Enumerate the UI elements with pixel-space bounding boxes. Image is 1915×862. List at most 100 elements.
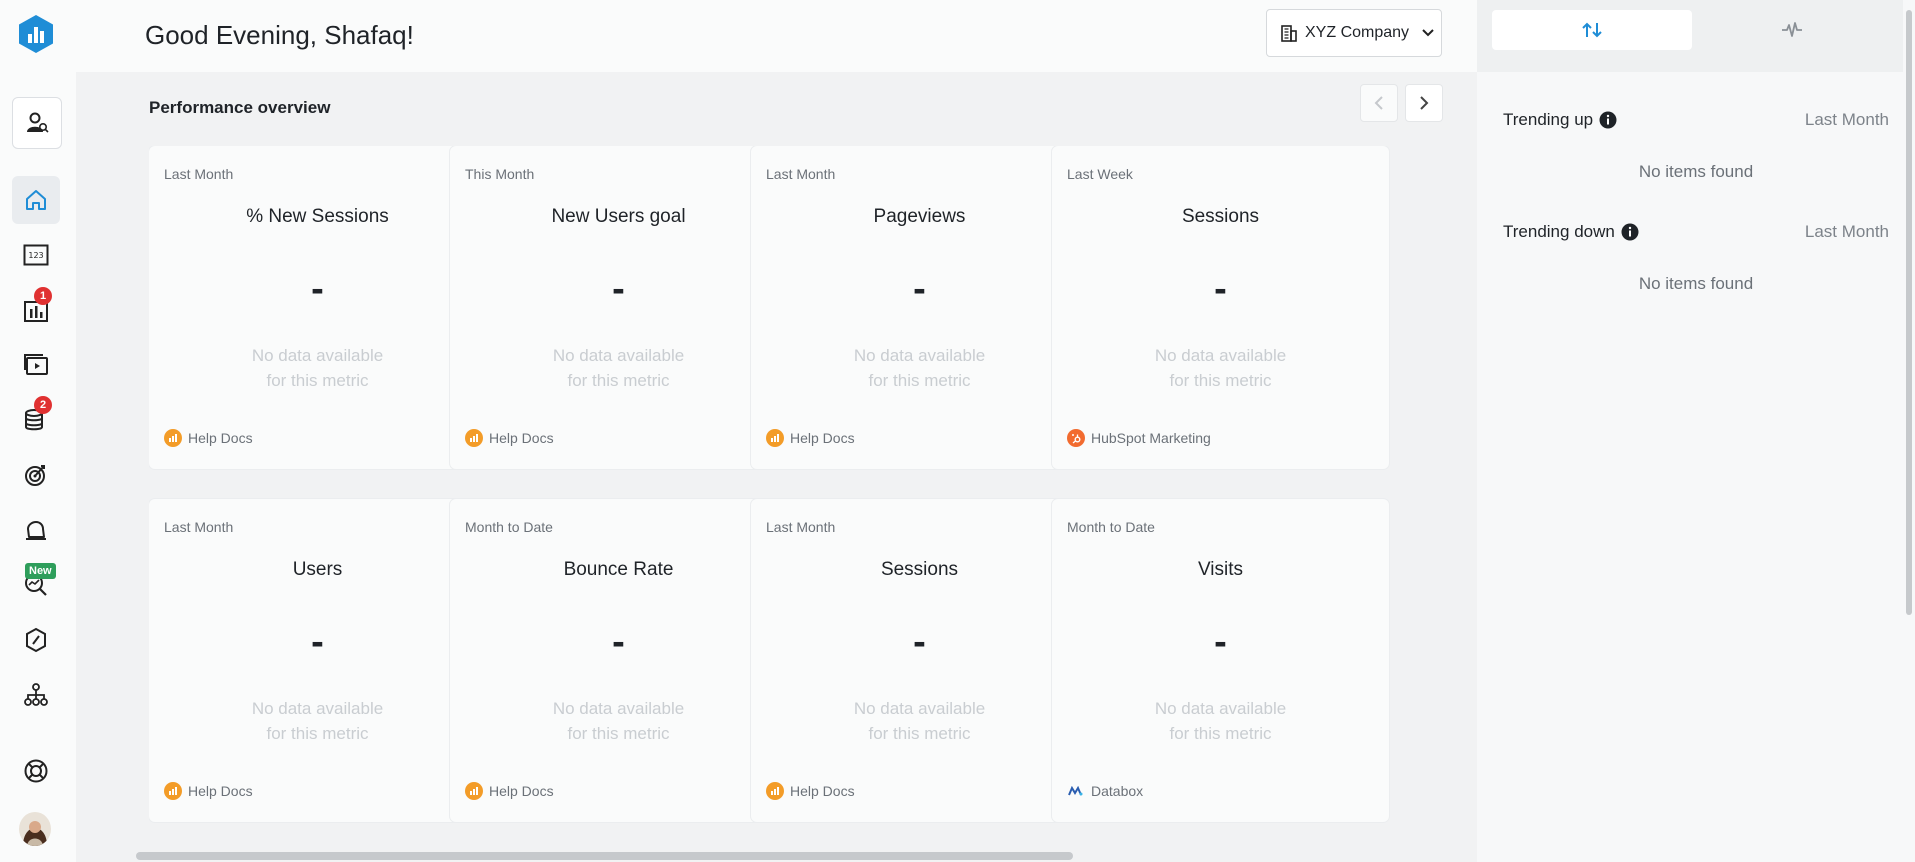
card-period: Last Month [766, 519, 836, 535]
account-switcher-button[interactable] [12, 97, 62, 149]
databox-source-icon [1067, 782, 1085, 800]
svg-text:123: 123 [28, 251, 43, 260]
analytics-source-icon [465, 782, 483, 800]
card-value: - [612, 621, 625, 663]
metric-card[interactable]: Last Month Sessions - No data available … [751, 499, 1088, 822]
databox-logo[interactable] [17, 14, 55, 54]
card-empty-message: No data available for this metric [209, 696, 426, 746]
data-manager-badge: 2 [34, 396, 52, 414]
top-header: Good Evening, Shafaq! XYZ Company [76, 0, 1477, 72]
card-title: Bounce Rate [563, 559, 674, 580]
tab-activity[interactable] [1692, 10, 1892, 50]
greeting-title: Good Evening, Shafaq! [145, 20, 414, 50]
trending-down-row: Trending down Last Month [1503, 222, 1889, 242]
trending-down-empty: No items found [1638, 274, 1754, 293]
section-title: Performance overview [149, 98, 331, 117]
target-goal-icon [25, 465, 45, 486]
info-icon[interactable] [1621, 223, 1639, 241]
card-title: Users [292, 559, 343, 580]
metrics-123-icon: 123 [23, 244, 49, 266]
company-selector[interactable]: XYZ Company [1266, 9, 1442, 57]
card-title: % New Sessions [246, 206, 389, 227]
card-source-name: Help Docs [188, 783, 253, 799]
user-avatar[interactable] [19, 812, 51, 846]
card-empty-line1: No data available [251, 699, 384, 718]
metric-card[interactable]: Last Week Sessions - No data available f… [1052, 146, 1389, 469]
card-title: Sessions [880, 559, 959, 580]
building-icon [1281, 25, 1297, 42]
metric-card[interactable]: Last Month Users - No data available for… [149, 499, 486, 822]
metric-card[interactable]: This Month New Users goal - No data avai… [450, 146, 787, 469]
nav-performance[interactable] [22, 626, 50, 654]
card-source-name: Help Docs [489, 430, 554, 446]
company-name: XYZ Company [1305, 24, 1410, 41]
trending-down-heading: Trending down [1503, 222, 1639, 242]
card-empty-line2: for this metric [567, 371, 670, 390]
nav-agency[interactable] [22, 681, 50, 709]
info-icon[interactable] [1599, 111, 1617, 129]
lifebuoy-help-icon [24, 759, 48, 783]
card-empty-line1: No data available [1154, 699, 1287, 718]
nav-metrics[interactable]: 123 [22, 241, 50, 269]
previous-page-button[interactable] [1360, 84, 1398, 122]
hierarchy-icon [24, 683, 48, 706]
card-source: Databox [1067, 782, 1143, 800]
hubspot-source-icon [1067, 429, 1085, 447]
next-page-button[interactable] [1405, 84, 1443, 122]
metric-card[interactable]: Month to Date Bounce Rate - No data avai… [450, 499, 787, 822]
sidebar: 123 1 2 New [0, 0, 76, 862]
card-period: Month to Date [1067, 519, 1155, 535]
vertical-scrollbar[interactable] [1906, 10, 1912, 615]
card-empty-line1: No data available [552, 699, 685, 718]
nav-goals[interactable] [22, 461, 50, 489]
metric-cards-grid: Last Month % New Sessions - No data avai… [149, 146, 1446, 826]
analytics-source-icon [465, 429, 483, 447]
card-period: Month to Date [465, 519, 553, 535]
card-source: Help Docs [465, 782, 554, 800]
nav-reports[interactable] [22, 351, 50, 379]
card-source-name: Databox [1091, 783, 1144, 799]
analytics-source-icon [766, 782, 784, 800]
nav-home[interactable] [12, 176, 60, 224]
card-empty-message: No data available for this metric [209, 343, 426, 393]
analytics-source-icon [164, 429, 182, 447]
home-icon [26, 190, 46, 210]
card-title: Pageviews [873, 206, 966, 227]
card-empty-line2: for this metric [868, 371, 971, 390]
metric-card[interactable]: Month to Date Visits - No data available… [1052, 499, 1389, 822]
trending-up-period[interactable]: Last Month [1805, 110, 1889, 130]
card-title: New Users goal [551, 206, 686, 227]
card-value: - [913, 268, 926, 310]
card-empty-line2: for this metric [567, 724, 670, 743]
card-source: Help Docs [164, 782, 253, 800]
card-source-name: HubSpot Marketing [1091, 430, 1211, 446]
card-period: Last Month [164, 166, 234, 182]
new-feature-badge: New [25, 563, 56, 579]
card-empty-line2: for this metric [266, 371, 369, 390]
card-title: Sessions [1181, 206, 1260, 227]
card-period: This Month [465, 166, 535, 182]
chevron-left-icon [1374, 96, 1383, 110]
card-period: Last Month [766, 166, 836, 182]
card-empty-line1: No data available [853, 699, 986, 718]
gauge-icon [26, 627, 46, 653]
card-empty-message: No data available for this metric [1112, 343, 1329, 393]
card-source: Help Docs [164, 429, 253, 447]
horizontal-scrollbar[interactable] [136, 852, 1073, 860]
card-empty-line1: No data available [552, 346, 685, 365]
metric-card[interactable]: Last Month % New Sessions - No data avai… [149, 146, 486, 469]
nav-alerts[interactable] [22, 516, 50, 544]
card-empty-message: No data available for this metric [811, 343, 1028, 393]
card-empty-line2: for this metric [266, 724, 369, 743]
card-empty-line1: No data available [853, 346, 986, 365]
nav-help[interactable] [22, 757, 50, 785]
card-value: - [311, 268, 324, 310]
account-user-icon [27, 112, 49, 133]
trending-down-period[interactable]: Last Month [1805, 222, 1889, 242]
card-empty-line2: for this metric [1169, 371, 1272, 390]
trending-up-empty: No items found [1638, 162, 1754, 181]
metric-card[interactable]: Last Month Pageviews - No data available… [751, 146, 1088, 469]
card-empty-line1: No data available [251, 346, 384, 365]
alert-hand-icon [26, 521, 46, 540]
tab-trends[interactable] [1492, 10, 1692, 50]
